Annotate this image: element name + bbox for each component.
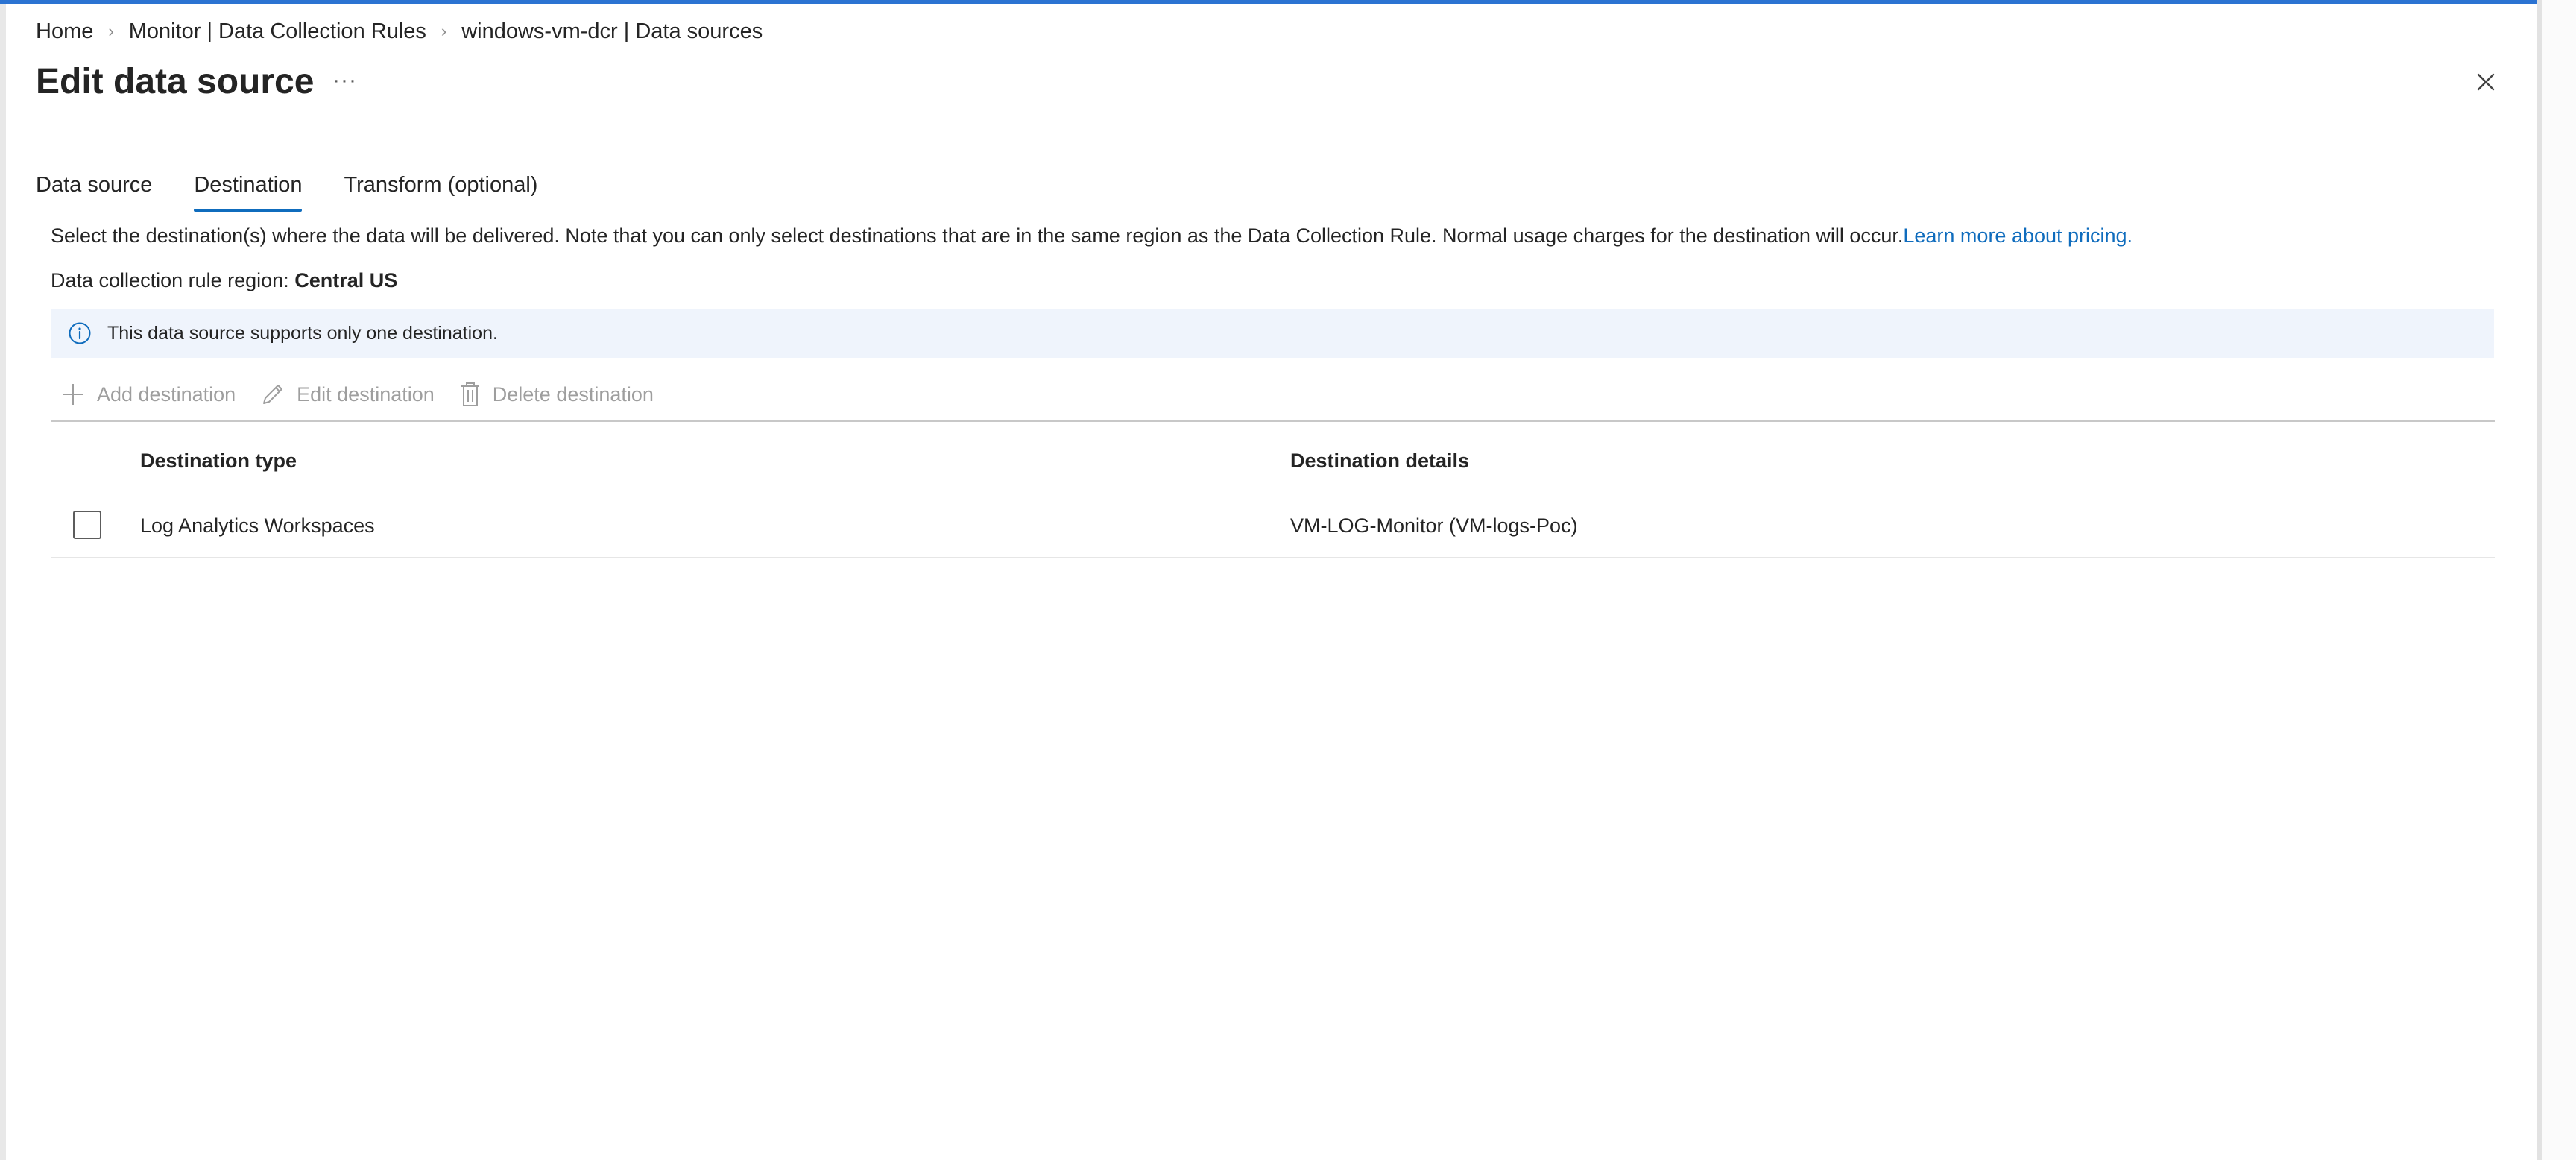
breadcrumb-data-sources[interactable]: windows-vm-dcr | Data sources [461,19,763,44]
tab-data-source[interactable]: Data source [36,167,152,212]
destination-toolbar: Add destination Edit destination Delete … [60,376,678,413]
right-gutter [2542,0,2576,1160]
delete-destination-button[interactable]: Delete destination [458,381,654,408]
region-info: Data collection rule region: Central US [51,265,397,295]
table-row[interactable]: Log Analytics Workspaces VM-LOG-Monitor … [51,494,2496,558]
destination-description: Select the destination(s) where the data… [51,221,2133,250]
breadcrumb-separator: › [441,22,447,40]
edit-data-source-blade: Home › Monitor | Data Collection Rules ›… [0,0,2576,1160]
left-border [0,4,6,1160]
destination-details-link[interactable]: VM-LOG-Monitor (VM-logs-Poc) [1290,494,1578,557]
plus-icon [63,384,83,405]
tab-destination[interactable]: Destination [194,167,303,212]
region-label: Data collection rule region: [51,269,289,291]
tab-bar: Data source Destination Transform (optio… [36,167,579,212]
breadcrumb: Home › Monitor | Data Collection Rules ›… [36,15,763,48]
info-banner: This data source supports only one desti… [51,309,2494,358]
pencil-icon [263,385,283,404]
row-checkbox[interactable] [73,511,101,539]
add-destination-label: Add destination [97,382,236,406]
destinations-table: Destination type Destination details Log… [51,422,2496,558]
info-icon [69,322,91,344]
close-icon [2477,73,2495,91]
column-header-destination-details[interactable]: Destination details [1290,422,1469,499]
info-banner-text: This data source supports only one desti… [107,322,498,344]
breadcrumb-separator: › [108,22,114,40]
page-title: Edit data source [36,62,315,101]
breadcrumb-monitor-dcr[interactable]: Monitor | Data Collection Rules [129,19,426,44]
more-options-button[interactable]: ··· [332,66,356,95]
region-value: Central US [294,269,398,291]
top-accent-bar [0,0,2542,4]
edit-destination-label: Edit destination [297,382,435,406]
close-button[interactable] [2471,67,2501,97]
trash-icon [461,382,479,406]
add-destination-button[interactable]: Add destination [60,381,236,408]
tab-transform[interactable]: Transform (optional) [344,167,537,212]
column-header-destination-type[interactable]: Destination type [140,422,297,499]
table-header: Destination type Destination details [51,422,2496,494]
description-text: Select the destination(s) where the data… [51,224,1904,247]
pricing-link[interactable]: Learn more about pricing. [1903,224,2133,247]
edit-destination-button[interactable]: Edit destination [259,381,435,408]
delete-destination-label: Delete destination [492,382,654,406]
destination-type-cell: Log Analytics Workspaces [140,514,375,537]
breadcrumb-home[interactable]: Home [36,19,93,44]
